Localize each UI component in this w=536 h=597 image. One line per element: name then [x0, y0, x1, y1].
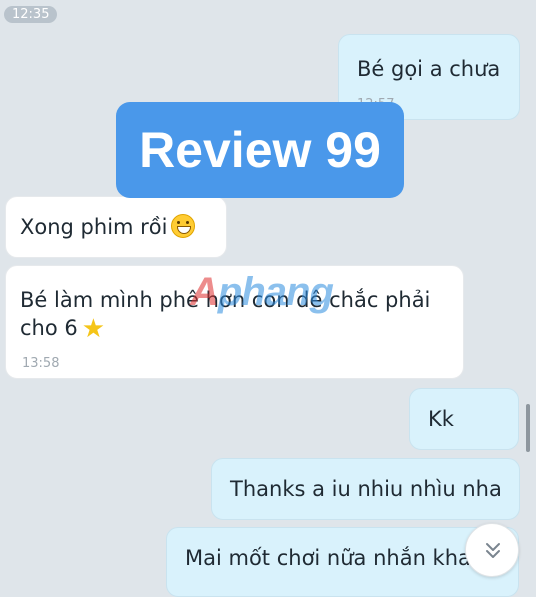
message-bubble-incoming[interactable]: Xong phim rồi	[5, 196, 227, 258]
logo-letter: A	[190, 270, 219, 314]
message-text: Xong phim rồi	[20, 215, 168, 239]
message-text: Thanks a iu nhiu nhìu nha	[230, 477, 502, 501]
message-time: 13:58	[22, 356, 60, 371]
message-text: Mai mốt chơi nữa nhắn kha	[185, 546, 471, 570]
star-icon: ★	[81, 314, 106, 344]
chevron-double-down-icon	[486, 543, 500, 558]
scrollbar-thumb[interactable]	[526, 404, 530, 452]
message-bubble-outgoing[interactable]: Mai mốt chơi nữa nhắn kha	[166, 527, 519, 597]
grinning-face-icon	[171, 214, 196, 238]
watermark-logo: Aphang	[190, 270, 334, 315]
date-time-chip: 12:35	[4, 6, 58, 23]
message-bubble-outgoing[interactable]: Kk	[409, 388, 519, 450]
review-watermark-banner: Review 99	[116, 102, 404, 198]
message-bubble-outgoing[interactable]: Thanks a iu nhiu nhìu nha	[211, 458, 520, 520]
message-text: Kk	[428, 407, 454, 431]
message-text: Bé gọi a chưa	[357, 57, 501, 81]
scroll-to-bottom-button[interactable]	[465, 523, 519, 577]
logo-text: phang	[217, 270, 334, 314]
